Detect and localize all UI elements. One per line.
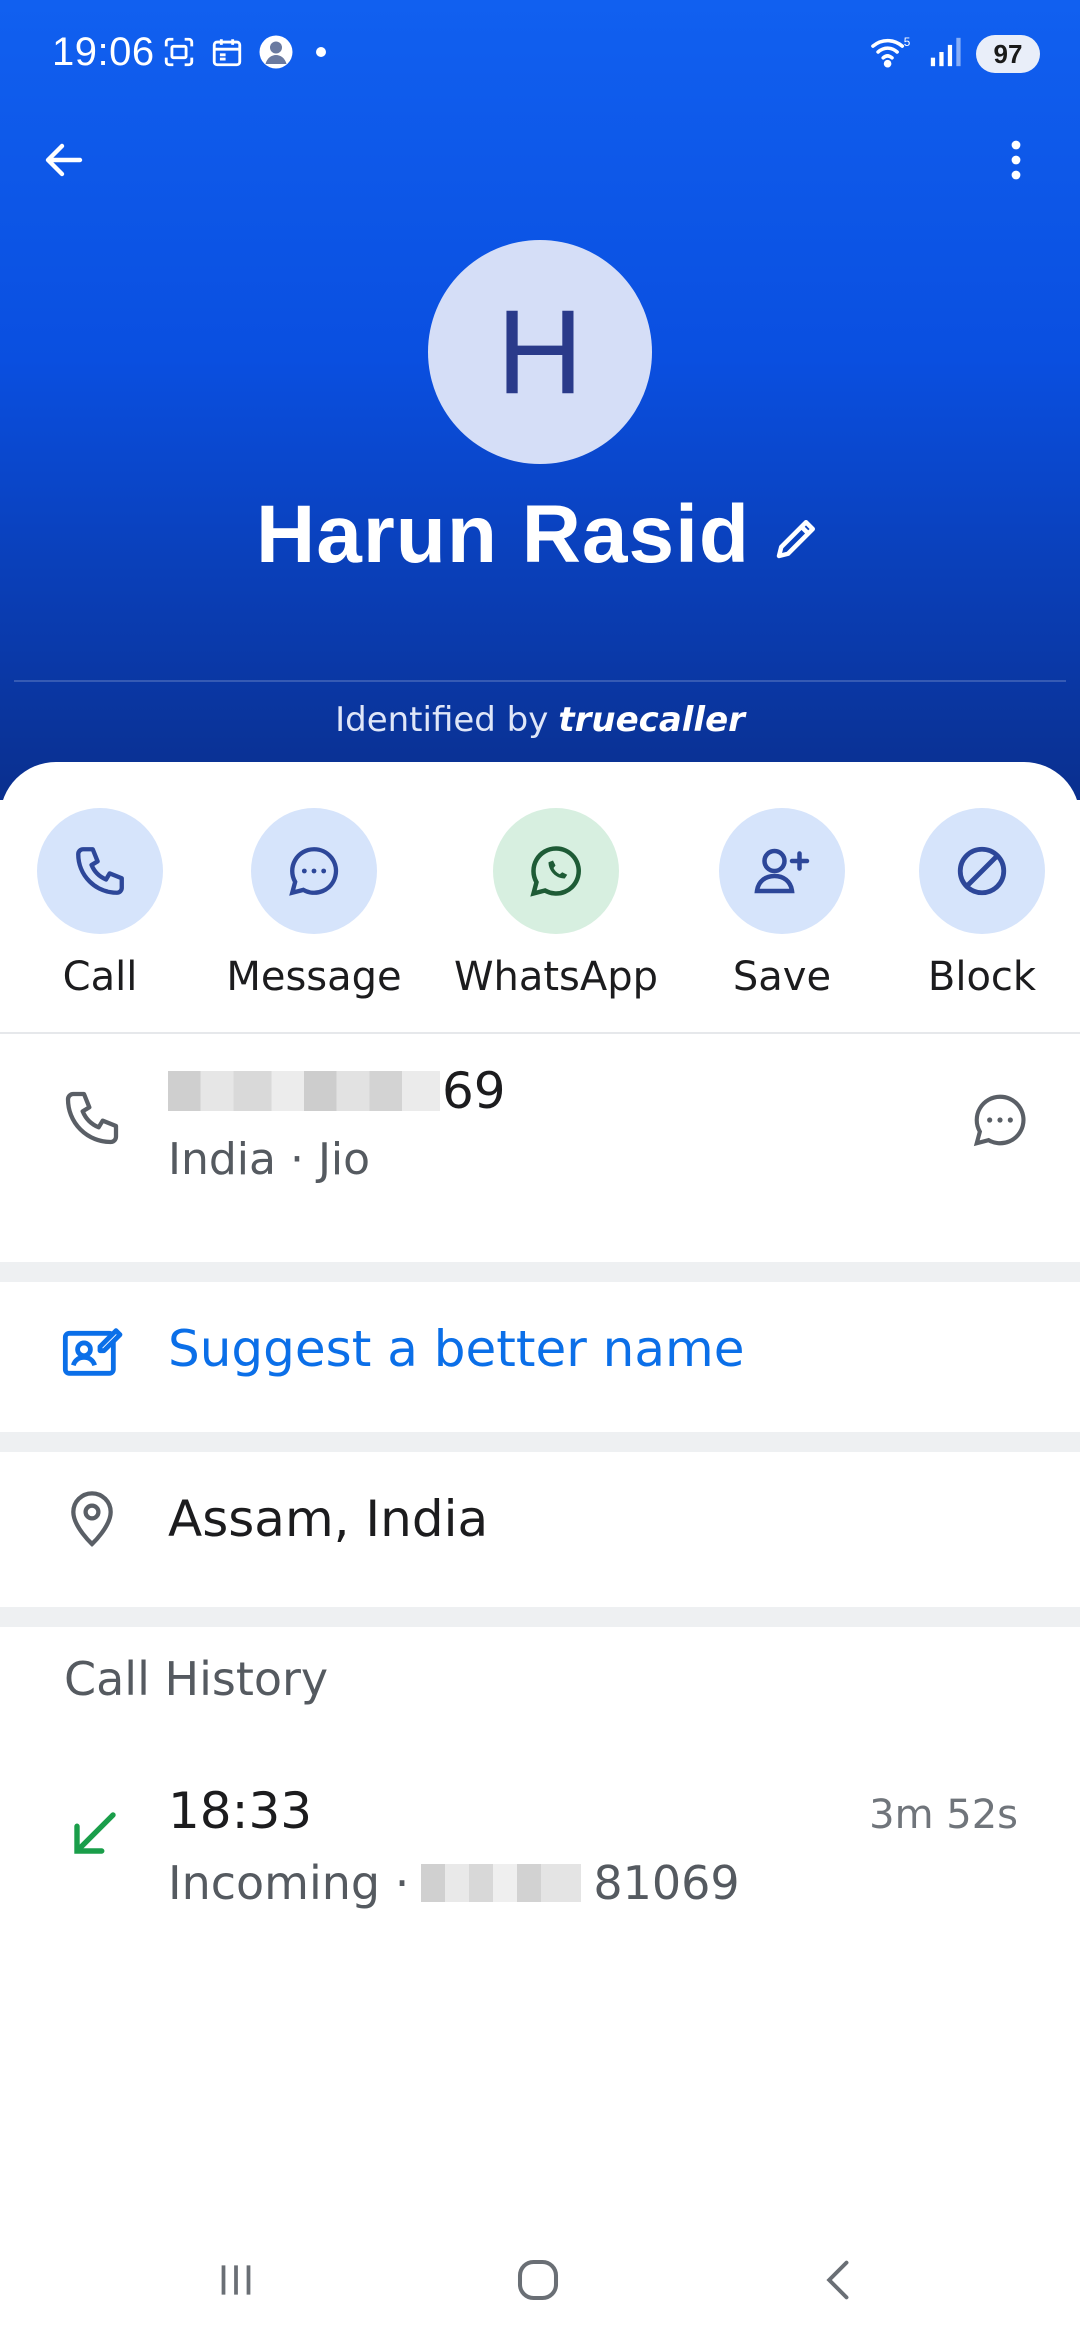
phone-outline-icon [60,1086,124,1154]
message-button[interactable] [251,808,377,934]
call-label: Call [62,954,138,1000]
phone-number-row[interactable]: 69 India · Jio [0,1034,1080,1214]
send-message-button[interactable] [960,1080,1040,1160]
block-button[interactable] [919,808,1045,934]
truecaller-logo: truecaller [558,700,745,740]
edit-pencil-icon[interactable] [770,511,824,569]
call-action[interactable]: Call [0,808,200,1000]
back-nav-button[interactable] [790,2242,890,2318]
call-number-suffix: 81069 [593,1856,740,1910]
more-options-button[interactable] [988,132,1044,188]
block-action[interactable]: Block [882,808,1080,1000]
avatar: H [428,240,652,464]
whatsapp-icon [530,846,581,897]
back-arrow-icon [45,143,83,177]
call-history-title: Call History [64,1652,329,1706]
contact-name: Harun Rasid [256,489,750,580]
status-icons-right: 5 97 [870,34,1040,74]
phone-number: 69 [168,1062,506,1120]
home-button[interactable] [488,2242,588,2318]
profile-notification-icon [258,34,294,70]
call-details: Incoming · 81069 [168,1856,740,1910]
dot-icon [316,47,326,57]
section-separator [0,1262,1080,1282]
battery-icon: 97 [976,35,1040,73]
section-separator [0,1432,1080,1452]
location-row: Assam, India [0,1452,1080,1602]
phone-icon [76,847,124,895]
call-separator: · [380,1856,410,1910]
identified-by: Identified by truecaller [0,700,1080,740]
phone-number-suffix: 69 [442,1062,506,1120]
call-history-item[interactable]: 18:33 Incoming · 81069 3m 52s [0,1762,1080,1922]
identified-by-label: Identified by [335,700,549,740]
whatsapp-button[interactable] [493,808,619,934]
recent-apps-icon [221,2265,251,2295]
redacted-number [421,1864,582,1902]
message-bubble-icon [973,1094,1026,1147]
whatsapp-action[interactable]: WhatsApp [453,808,659,1000]
more-vertical-icon [1011,140,1021,180]
call-button[interactable] [37,808,163,934]
message-bubble-icon [289,847,339,896]
message-action[interactable]: Message [214,808,414,1000]
signal-icon [928,35,962,73]
redacted-number [168,1071,440,1111]
message-label: Message [226,954,402,1000]
back-button[interactable] [36,132,92,188]
status-bar: 19:06 5 97 [0,0,1080,110]
name-row: Harun Rasid [0,488,1080,582]
calendar-icon [210,35,244,69]
incoming-call-icon [68,1806,122,1864]
recent-apps-button[interactable] [186,2242,286,2318]
call-duration: 3m 52s [869,1792,1018,1838]
save-action[interactable]: Save [682,808,882,1000]
header-divider [14,680,1066,682]
location-pin-icon [60,1488,124,1556]
status-time: 19:06 [52,30,155,74]
screenshot-icon [162,35,196,69]
block-icon [957,846,1007,896]
call-time: 18:33 [168,1782,313,1840]
details-sheet: Call Message WhatsApp Save Block 69 Indi… [0,762,1080,2340]
edit-card-icon [60,1320,124,1388]
location-label: Assam, India [168,1490,489,1548]
svg-text:5: 5 [904,36,911,49]
whatsapp-label: WhatsApp [453,954,659,1000]
wifi-icon: 5 [870,34,914,74]
contact-header: 19:06 5 97 H Harun Rasid Identified by t… [0,0,1080,800]
suggest-name-row[interactable]: Suggest a better name [0,1282,1080,1432]
system-nav-bar [0,2220,1080,2340]
home-icon [517,2259,559,2301]
section-separator [0,1607,1080,1627]
save-label: Save [732,954,832,1000]
status-icons-left [162,34,326,70]
carrier-info: India · Jio [168,1134,371,1185]
suggest-name-link[interactable]: Suggest a better name [168,1320,744,1378]
add-person-icon [754,848,810,894]
call-type: Incoming [168,1856,381,1910]
block-label: Block [927,954,1037,1000]
save-button[interactable] [719,808,845,934]
action-bar: Call Message WhatsApp Save Block [0,808,1080,1000]
chevron-left-icon [826,2260,849,2300]
